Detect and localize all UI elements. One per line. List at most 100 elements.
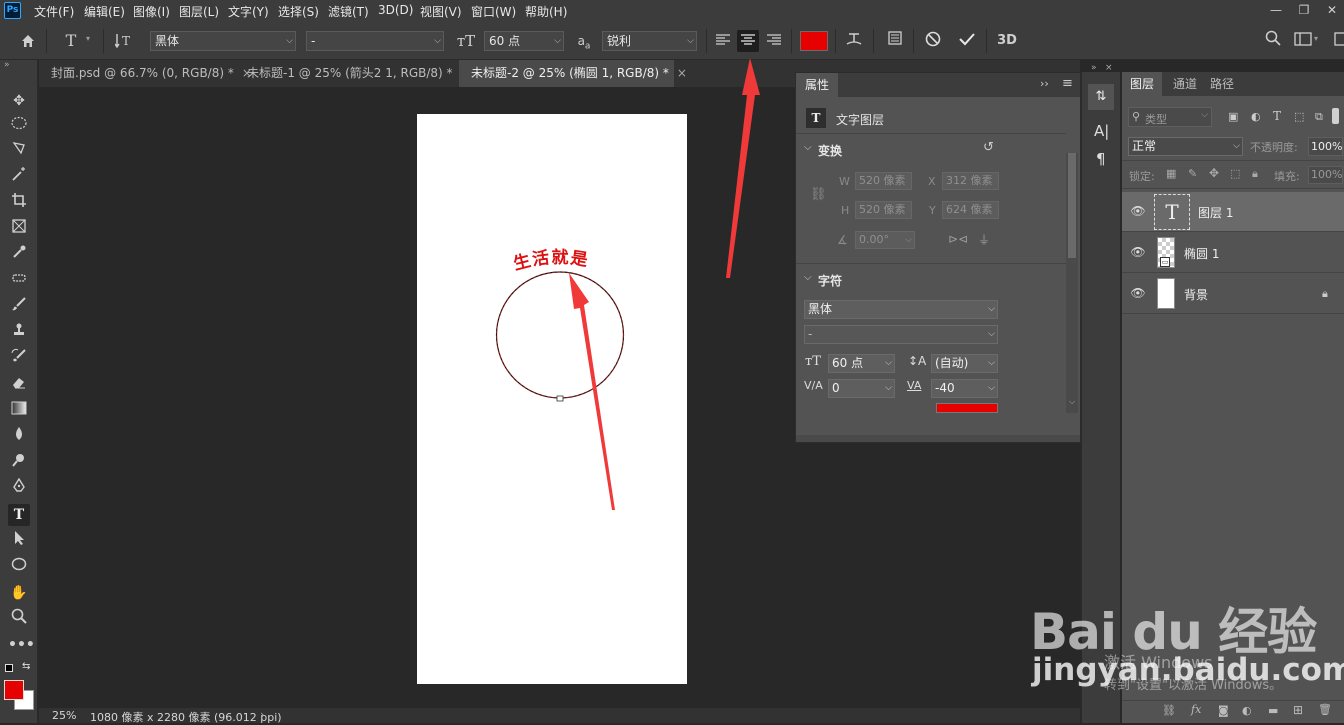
transform-section-title[interactable]: 变换 <box>818 142 842 159</box>
path-text[interactable]: 生活就是 <box>511 247 590 275</box>
workspace-dropdown-icon[interactable]: ▾ <box>1314 34 1318 43</box>
layer-name[interactable]: 椭圆 1 <box>1184 245 1219 262</box>
scroll-down-icon[interactable]: ⌵ <box>1066 397 1078 407</box>
tab-channels[interactable]: 通道 <box>1165 72 1205 96</box>
tab-layers[interactable]: 图层 <box>1122 72 1163 96</box>
layer-filter-select[interactable]: ⚲ 类型 ⌵ <box>1128 107 1212 127</box>
menu-filter[interactable]: 滤镜(T) <box>328 3 369 20</box>
lock-all-icon[interactable]: 🔒︎ <box>1252 167 1258 181</box>
paragraph-dock-icon[interactable]: ¶ <box>1096 150 1106 168</box>
menu-image[interactable]: 图像(I) <box>133 3 170 20</box>
chevron-right-icon[interactable]: › <box>260 708 264 721</box>
panel-resize-handle[interactable] <box>796 435 1080 442</box>
blur-tool-icon[interactable] <box>8 426 30 448</box>
menu-3d[interactable]: 3D(D) <box>378 3 413 17</box>
more-tools-icon[interactable]: ••• <box>8 634 35 656</box>
close-icon[interactable]: × <box>1105 63 1113 73</box>
flip-vertical-icon[interactable]: ⏚ <box>978 231 990 248</box>
align-right-button[interactable] <box>763 30 785 52</box>
restore-icon[interactable]: ❐ <box>1290 0 1318 21</box>
font-family-select[interactable]: 黑体 ⌵ <box>150 31 296 51</box>
delete-layer-icon[interactable]: 🗑︎ <box>1318 703 1332 716</box>
font-style-select[interactable]: - ⌵ <box>306 31 444 51</box>
character-font-select[interactable]: 黑体 ⌵ <box>804 300 998 319</box>
path-selection-tool-icon[interactable] <box>8 530 30 552</box>
tracking-field[interactable]: -40 ⌵ <box>931 379 998 398</box>
menu-view[interactable]: 视图(V) <box>420 3 462 20</box>
layer-style-icon[interactable]: fx <box>1191 703 1201 716</box>
properties-scrollbar[interactable]: ⌵ <box>1066 153 1078 413</box>
move-tool-icon[interactable]: ✥ <box>8 90 30 112</box>
workspace-icon[interactable] <box>1292 30 1314 52</box>
link-icon[interactable]: ⛓ <box>810 187 827 202</box>
align-center-button[interactable] <box>737 30 759 52</box>
font-size-select[interactable]: 60 点 ⌵ <box>484 31 564 51</box>
pen-tool-icon[interactable] <box>8 477 30 500</box>
gradient-tool-icon[interactable] <box>8 400 30 422</box>
magic-wand-tool-icon[interactable] <box>8 166 30 188</box>
tab-cover-psd[interactable]: 封面.psd @ 66.7% (0, RGB/8) * × <box>39 60 252 87</box>
properties-dock-icon[interactable]: ⇅ <box>1088 84 1114 110</box>
filter-adjustment-icon[interactable]: ◐ <box>1251 110 1261 123</box>
text-color-swatch[interactable] <box>800 31 828 51</box>
menu-help[interactable]: 帮助(H) <box>525 3 567 20</box>
history-brush-tool-icon[interactable] <box>8 348 30 370</box>
character-paragraph-panel-icon[interactable] <box>884 30 906 52</box>
close-icon[interactable]: × <box>677 66 687 80</box>
lock-transparent-icon[interactable]: ▦ <box>1166 167 1176 180</box>
ellipse-tool-icon[interactable] <box>8 556 30 578</box>
lasso-tool-icon[interactable] <box>8 140 30 162</box>
dodge-tool-icon[interactable] <box>8 452 30 474</box>
toggle-text-orientation-icon[interactable]: T <box>114 30 136 52</box>
x-field[interactable]: 312 像素 <box>942 172 999 190</box>
filter-toggle[interactable] <box>1332 108 1339 124</box>
y-field[interactable]: 624 像素 <box>942 201 999 219</box>
link-layers-icon[interactable]: ⛓ <box>1162 704 1176 717</box>
menu-edit[interactable]: 编辑(E) <box>84 3 125 20</box>
menu-select[interactable]: 选择(S) <box>278 3 319 20</box>
align-left-button[interactable] <box>712 30 734 52</box>
layer-row-ellipse[interactable]: 👁︎ ▭ 椭圆 1 <box>1122 233 1344 273</box>
tab-untitled-1[interactable]: 未标题-1 @ 25% (箭头2 1, RGB/8) *× <box>235 60 471 87</box>
foreground-color-swatch[interactable] <box>4 680 24 700</box>
properties-tab[interactable]: 属性 <box>796 73 839 97</box>
marquee-tool-icon[interactable] <box>8 115 30 137</box>
layer-name[interactable]: 背景 <box>1184 286 1208 303</box>
character-style-select[interactable]: - ⌵ <box>804 325 998 344</box>
angle-field[interactable]: 0.00° ⌵ <box>855 231 915 249</box>
brush-tool-icon[interactable] <box>8 296 30 318</box>
width-field[interactable]: 520 像素 <box>855 172 912 190</box>
cancel-edits-icon[interactable] <box>922 30 944 52</box>
eye-icon[interactable]: 👁︎ <box>1130 245 1146 261</box>
height-field[interactable]: 520 像素 <box>855 201 912 219</box>
menu-window[interactable]: 窗口(W) <box>471 3 516 20</box>
type-tool-icon[interactable]: T <box>8 504 30 526</box>
expand-panels-icon[interactable]: » <box>1091 63 1097 73</box>
minimize-icon[interactable]: — <box>1262 0 1290 21</box>
flip-horizontal-icon[interactable]: ⊳⊲ <box>948 232 968 246</box>
lock-artboard-icon[interactable]: ⬚ <box>1230 167 1240 180</box>
close-window-icon[interactable]: ✕ <box>1318 0 1344 21</box>
opacity-field[interactable]: 100% <box>1308 137 1343 156</box>
filter-shape-icon[interactable]: ⬚ <box>1294 110 1304 123</box>
home-icon[interactable] <box>17 30 39 52</box>
document-canvas[interactable]: 生活就是 <box>417 114 687 684</box>
filter-type-icon[interactable]: T <box>1273 109 1281 123</box>
menu-file[interactable]: 文件(F) <box>34 3 74 20</box>
spot-healing-tool-icon[interactable] <box>8 270 30 292</box>
eyedropper-tool-icon[interactable] <box>8 244 30 266</box>
new-group-icon[interactable]: ▬ <box>1268 704 1278 717</box>
layer-name[interactable]: 图层 1 <box>1198 204 1233 221</box>
filter-pixel-icon[interactable]: ▣ <box>1228 110 1238 123</box>
character-dock-icon[interactable]: A| <box>1094 122 1109 140</box>
new-layer-icon[interactable]: ⊞ <box>1293 703 1303 717</box>
3d-button[interactable]: 3D <box>996 30 1018 52</box>
collapse-icon[interactable]: ›› <box>1040 77 1049 90</box>
character-color-swatch[interactable] <box>936 403 998 413</box>
chevron-down-icon[interactable]: ⌵ <box>804 272 812 283</box>
type-tool-preset-icon[interactable]: T <box>60 30 82 52</box>
add-mask-icon[interactable]: ◙ <box>1218 704 1229 717</box>
commit-edits-icon[interactable] <box>956 30 978 52</box>
search-icon[interactable] <box>1262 30 1284 52</box>
eye-icon[interactable]: 👁︎ <box>1130 204 1146 220</box>
